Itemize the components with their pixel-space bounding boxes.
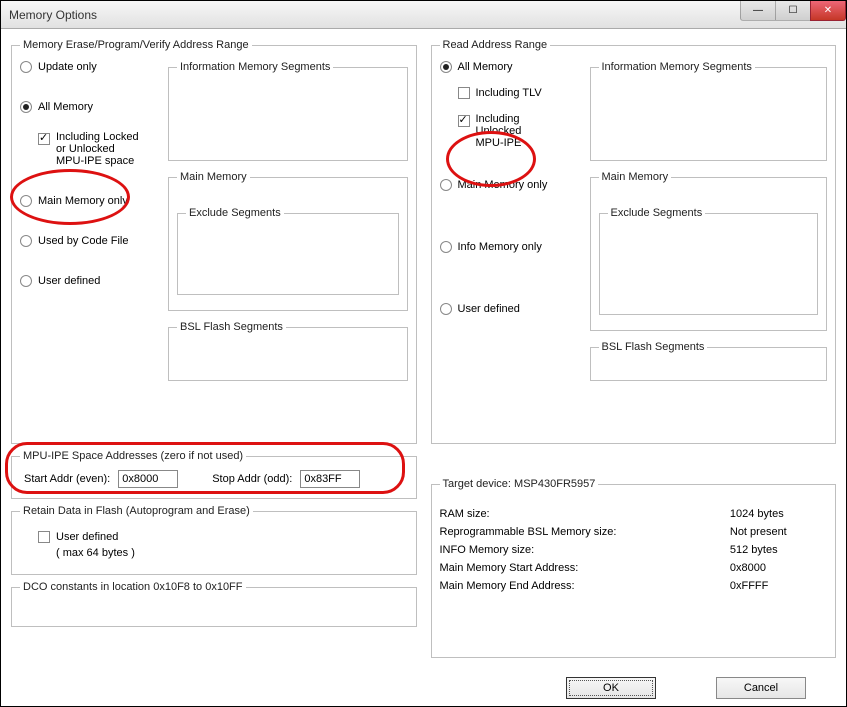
- read-main-memory-box: Main Memory Exclude Segments: [590, 171, 828, 331]
- ok-button[interactable]: OK: [566, 677, 656, 699]
- target-row-ram: RAM size: 1024 bytes: [440, 508, 828, 520]
- erase-boxes-stack: Information Memory Segments Main Memory …: [168, 57, 408, 387]
- exclude-segments-box: Exclude Segments: [177, 207, 399, 295]
- radio-used-by-code-file[interactable]: Used by Code File: [20, 235, 160, 247]
- radio-read-main-only[interactable]: Main Memory only: [440, 179, 580, 191]
- target-device-group: Target device: MSP430FR5957 RAM size: 10…: [431, 478, 837, 658]
- radio-all-memory[interactable]: All Memory: [20, 101, 160, 113]
- radio-main-memory-only[interactable]: Main Memory only: [20, 195, 160, 207]
- dialog-footer: OK Cancel: [1, 668, 846, 706]
- mpu-ipe-addresses-group: MPU-IPE Space Addresses (zero if not use…: [11, 450, 417, 499]
- retain-data-group: Retain Data in Flash (Autoprogram and Er…: [11, 505, 417, 575]
- stop-addr-label: Stop Addr (odd):: [212, 473, 292, 485]
- retain-hint: ( max 64 bytes ): [56, 547, 408, 559]
- read-bsl-flash-segments-box: BSL Flash Segments: [590, 341, 828, 381]
- start-addr-input[interactable]: [118, 470, 178, 488]
- radio-read-info-only[interactable]: Info Memory only: [440, 241, 580, 253]
- read-exclude-segments-box: Exclude Segments: [599, 207, 819, 315]
- cancel-button[interactable]: Cancel: [716, 677, 806, 699]
- radio-update-only[interactable]: Update only: [20, 61, 160, 73]
- target-row-bsl: Reprogrammable BSL Memory size: Not pres…: [440, 526, 828, 538]
- maximize-button[interactable]: ☐: [775, 1, 811, 21]
- read-boxes-stack: Information Memory Segments Main Memory …: [590, 57, 828, 387]
- read-info-memory-segments-box: Information Memory Segments: [590, 61, 828, 161]
- check-including-mpu-ipe[interactable]: Including Locked or Unlocked MPU-IPE spa…: [38, 131, 160, 167]
- dco-constants-group: DCO constants in location 0x10F8 to 0x10…: [11, 581, 417, 627]
- radio-user-defined[interactable]: User defined: [20, 275, 160, 287]
- group-label: Memory Erase/Program/Verify Address Rang…: [20, 39, 252, 51]
- target-row-mend: Main Memory End Address: 0xFFFF: [440, 580, 828, 592]
- stop-addr-input[interactable]: [300, 470, 360, 488]
- check-retain-user-defined[interactable]: User defined: [38, 531, 408, 543]
- radio-read-all-memory[interactable]: All Memory: [440, 61, 580, 73]
- left-column: Memory Erase/Program/Verify Address Rang…: [11, 39, 417, 658]
- read-address-range-group: Read Address Range All Memory Including …: [431, 39, 837, 444]
- right-column: Read Address Range All Memory Including …: [431, 39, 837, 658]
- bsl-flash-segments-box: BSL Flash Segments: [168, 321, 408, 381]
- minimize-button[interactable]: —: [740, 1, 776, 21]
- target-row-mstart: Main Memory Start Address: 0x8000: [440, 562, 828, 574]
- start-addr-label: Start Addr (even):: [24, 473, 110, 485]
- window-title: Memory Options: [9, 8, 97, 22]
- info-memory-segments-box: Information Memory Segments: [168, 61, 408, 161]
- titlebar: Memory Options — ☐ ✕: [1, 1, 846, 29]
- radio-read-user-defined[interactable]: User defined: [440, 303, 580, 315]
- read-radio-stack: All Memory Including TLV Including Unloc…: [440, 57, 580, 319]
- erase-radio-stack: Update only All Memory Including Locked …: [20, 57, 160, 291]
- target-row-info: INFO Memory size: 512 bytes: [440, 544, 828, 556]
- erase-program-verify-group: Memory Erase/Program/Verify Address Rang…: [11, 39, 417, 444]
- check-including-tlv[interactable]: Including TLV: [458, 87, 580, 99]
- check-including-unlocked-mpu-ipe[interactable]: Including Unlocked MPU-IPE: [458, 113, 580, 149]
- close-button[interactable]: ✕: [810, 1, 846, 21]
- main-memory-box: Main Memory Exclude Segments: [168, 171, 408, 311]
